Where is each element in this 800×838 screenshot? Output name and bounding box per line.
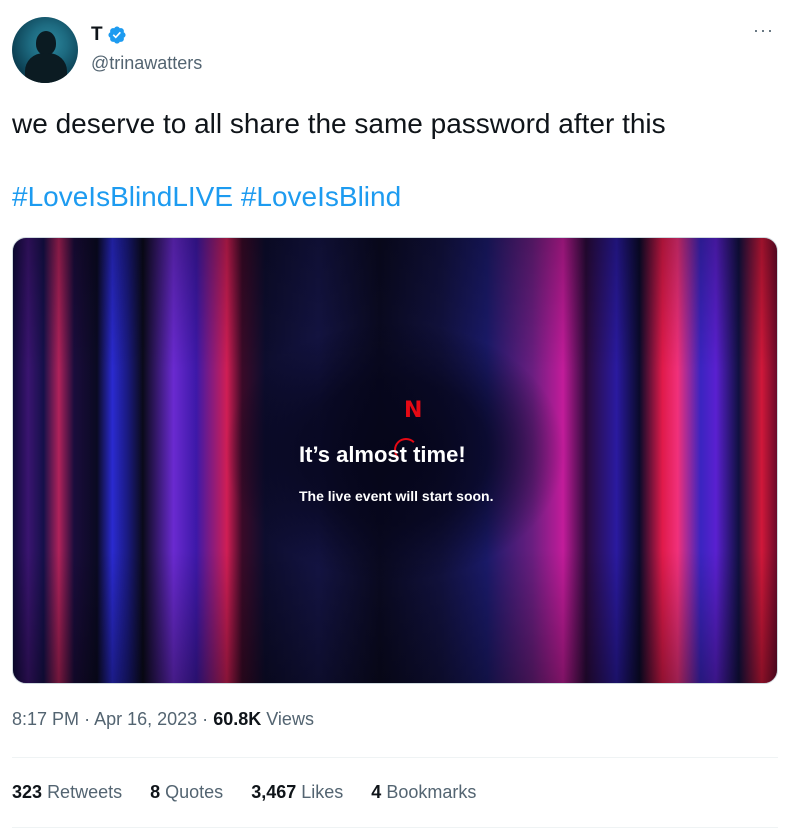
author-name-row[interactable]: T: [91, 24, 127, 46]
avatar-figure-body: [25, 53, 67, 83]
hashtag-link[interactable]: #LoveIsBlind: [241, 181, 401, 212]
verified-badge-icon: [108, 26, 126, 44]
stat-count: 3,467: [251, 782, 297, 802]
views-label: Views: [266, 709, 314, 729]
stat-label: Quotes: [165, 782, 224, 802]
divider: [12, 757, 778, 758]
hashtag-row: #LoveIsBlindLIVE #LoveIsBlind: [12, 181, 401, 213]
netflix-logo-icon: N: [404, 398, 423, 423]
stat-count: 4: [371, 782, 382, 802]
meta-separator: ·: [84, 709, 91, 729]
stat-count: 323: [12, 782, 43, 802]
stat-label: Retweets: [47, 782, 123, 802]
stat-likes[interactable]: 3,467 Likes: [251, 782, 343, 803]
tweet-time[interactable]: 8:17 PM: [12, 709, 79, 729]
display-name[interactable]: T: [91, 24, 103, 46]
stat-count: 8: [150, 782, 161, 802]
more-options-icon[interactable]: ···: [753, 20, 774, 41]
stat-quotes[interactable]: 8 Quotes: [150, 782, 223, 803]
avatar[interactable]: [12, 17, 78, 83]
media-subline: The live event will start soon.: [299, 488, 494, 504]
stat-bookmarks[interactable]: 4 Bookmarks: [371, 782, 476, 803]
tweet-text: we deserve to all share the same passwor…: [12, 108, 666, 139]
media-headline: It’s almost time!: [299, 442, 466, 467]
author-handle[interactable]: @trinawatters: [91, 53, 202, 74]
views-count: 60.8K: [213, 709, 262, 729]
meta-separator: ·: [202, 709, 209, 729]
engagement-stats: 323 Retweets 8 Quotes 3,467 Likes 4 Book…: [12, 782, 504, 803]
tweet-media-image[interactable]: N It’s almost time! The live event will …: [12, 237, 778, 684]
tweet-date[interactable]: Apr 16, 2023: [94, 709, 197, 729]
tweet-meta: 8:17 PM · Apr 16, 2023 · 60.8K Views: [12, 709, 314, 730]
hashtag-link[interactable]: #LoveIsBlindLIVE: [12, 181, 233, 212]
stat-retweets[interactable]: 323 Retweets: [12, 782, 122, 803]
stat-label: Bookmarks: [386, 782, 477, 802]
avatar-figure-head: [36, 31, 56, 55]
divider: [12, 827, 778, 828]
stat-label: Likes: [301, 782, 344, 802]
